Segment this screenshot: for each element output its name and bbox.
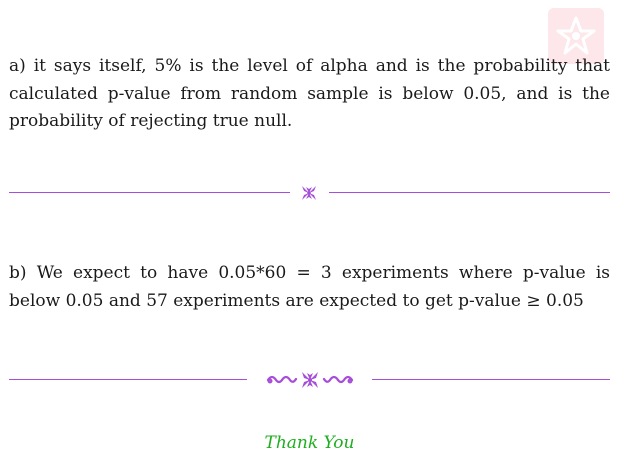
divider-line-right <box>329 192 610 193</box>
star-logo-icon <box>556 16 596 55</box>
divider-line-left <box>9 192 290 193</box>
thank-you-text: Thank You <box>264 433 355 453</box>
closing-divider <box>9 370 610 390</box>
section-divider <box>9 183 610 203</box>
divider-line-right <box>372 379 610 380</box>
answer-a: a) it says itself, 5% is the level of al… <box>9 56 610 131</box>
floral-flourish-icon <box>266 372 354 388</box>
flower-ornament-icon <box>302 186 316 200</box>
answer-b: b) We expect to have 0.05*60 = 3 experim… <box>9 263 610 311</box>
divider-line-left <box>9 379 247 380</box>
